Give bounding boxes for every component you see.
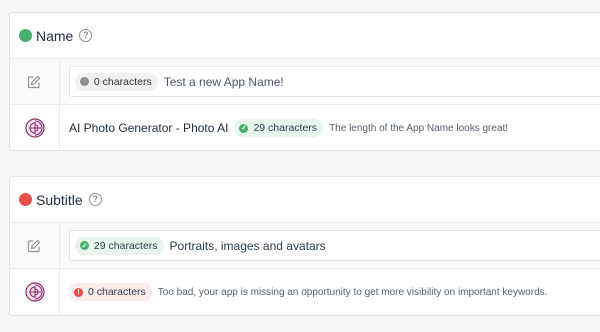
name-card: Name ? 0 characters Test a new App Name!… bbox=[9, 12, 600, 151]
name-current-app-name: AI Photo Generator - Photo AI bbox=[69, 121, 229, 135]
check-icon: ✓ bbox=[79, 241, 89, 250]
neutral-dot-icon bbox=[79, 77, 89, 86]
app-swirl-icon bbox=[24, 282, 45, 302]
edit-icon-cell bbox=[10, 59, 60, 104]
help-icon[interactable]: ? bbox=[79, 29, 93, 42]
name-current-count-badge: ✓ 29 characters bbox=[234, 119, 324, 137]
subtitle-title: Subtitle bbox=[36, 191, 83, 208]
subtitle-card: Subtitle ? ✓ 29 characters Portraits, im… bbox=[9, 176, 600, 316]
subtitle-input-count: 29 characters bbox=[93, 239, 158, 252]
name-input[interactable]: 0 characters Test a new App Name! bbox=[68, 66, 600, 97]
subtitle-status-dot bbox=[19, 193, 32, 206]
subtitle-input-count-badge: ✓ 29 characters bbox=[74, 236, 164, 255]
app-icon-cell bbox=[10, 269, 60, 315]
subtitle-input-row: ✓ 29 characters Portraits, images and av… bbox=[10, 223, 600, 269]
subtitle-current-count-badge: ! 0 characters bbox=[69, 283, 152, 301]
app-swirl-icon bbox=[24, 118, 45, 138]
name-current-row: AI Photo Generator - Photo AI ✓ 29 chara… bbox=[10, 105, 600, 151]
name-input-count-badge: 0 characters bbox=[74, 72, 158, 91]
check-icon: ✓ bbox=[239, 123, 249, 133]
name-input-row: 0 characters Test a new App Name! bbox=[10, 59, 600, 105]
name-status-dot bbox=[19, 29, 32, 42]
name-input-count: 0 characters bbox=[93, 75, 152, 88]
name-title: Name bbox=[36, 27, 74, 44]
name-header: Name ? bbox=[10, 13, 600, 59]
subtitle-current-message: Too bad, your app is missing an opportun… bbox=[157, 286, 548, 298]
subtitle-input-value[interactable]: Portraits, images and avatars bbox=[170, 239, 326, 253]
app-icon-cell bbox=[10, 105, 60, 151]
name-current-count: 29 characters bbox=[253, 122, 318, 134]
name-input-placeholder[interactable]: Test a new App Name! bbox=[164, 75, 284, 89]
edit-icon-cell bbox=[10, 223, 60, 268]
name-current-message: The length of the App Name looks great! bbox=[329, 122, 509, 134]
edit-icon bbox=[28, 75, 41, 88]
edit-icon bbox=[28, 239, 41, 252]
subtitle-input[interactable]: ✓ 29 characters Portraits, images and av… bbox=[68, 230, 600, 261]
subtitle-header: Subtitle ? bbox=[10, 177, 600, 223]
alert-icon: ! bbox=[74, 287, 83, 297]
subtitle-current-row: ! 0 characters Too bad, your app is miss… bbox=[10, 269, 600, 315]
help-icon[interactable]: ? bbox=[88, 193, 102, 206]
subtitle-current-count: 0 characters bbox=[88, 286, 146, 298]
